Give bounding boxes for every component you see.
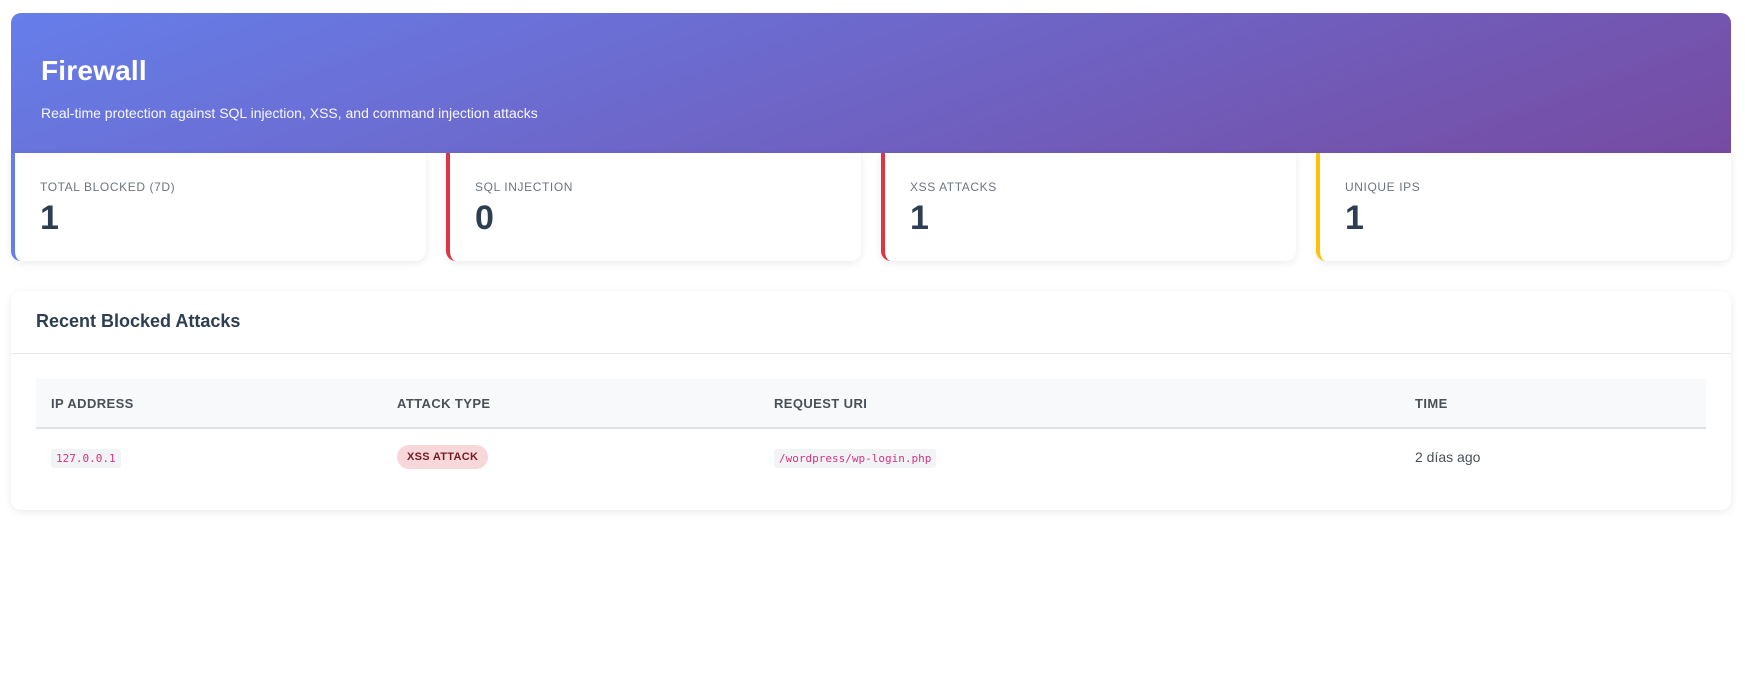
cell-ip: 127.0.0.1 [36,448,382,468]
firewall-page: Firewall Real-time protection against SQ… [0,0,1745,681]
column-header-ip: IP ADDRESS [51,395,134,411]
stat-value: 1 [910,199,929,237]
panel-header: Recent Blocked Attacks [11,291,1731,354]
attack-type-badge: XSS ATTACK [397,444,489,469]
stat-label: UNIQUE IPS [1345,180,1421,194]
stat-value: 1 [1345,199,1364,237]
table-row: 127.0.0.1 XSS ATTACK /wordpress/wp-login… [36,429,1706,484]
stat-card-xss-attacks: XSS ATTACKS 1 [881,153,1296,261]
cell-request-uri: /wordpress/wp-login.php [759,448,1400,468]
stat-card-sql-injection: SQL INJECTION 0 [446,153,861,261]
page-subtitle: Real-time protection against SQL injecti… [41,104,538,121]
ip-address: 127.0.0.1 [51,448,121,468]
stat-label: TOTAL BLOCKED (7D) [40,180,176,194]
stat-value: 0 [475,199,494,237]
page-header: Firewall Real-time protection against SQ… [11,13,1731,153]
stat-label: SQL INJECTION [475,180,574,194]
cell-attack-type: XSS ATTACK [382,444,759,469]
cell-time: 2 días ago [1415,448,1481,465]
column-header-attack-type: ATTACK TYPE [397,395,491,411]
request-uri: /wordpress/wp-login.php [774,448,937,468]
attacks-table: IP ADDRESS ATTACK TYPE REQUEST URI TIME … [36,379,1706,484]
stats-row: TOTAL BLOCKED (7D) 1 SQL INJECTION 0 XSS… [11,153,1731,261]
column-header-request-uri: REQUEST URI [774,395,868,411]
recent-attacks-panel: Recent Blocked Attacks IP ADDRESS ATTACK… [11,291,1731,510]
stat-card-total-blocked: TOTAL BLOCKED (7D) 1 [11,153,426,261]
stat-value: 1 [40,199,59,237]
page-title: Firewall [41,55,147,86]
panel-title: Recent Blocked Attacks [36,311,241,331]
table-header-row: IP ADDRESS ATTACK TYPE REQUEST URI TIME [36,379,1706,429]
stat-card-unique-ips: UNIQUE IPS 1 [1316,153,1731,261]
stat-label: XSS ATTACKS [910,180,997,194]
column-header-time: TIME [1415,395,1448,411]
